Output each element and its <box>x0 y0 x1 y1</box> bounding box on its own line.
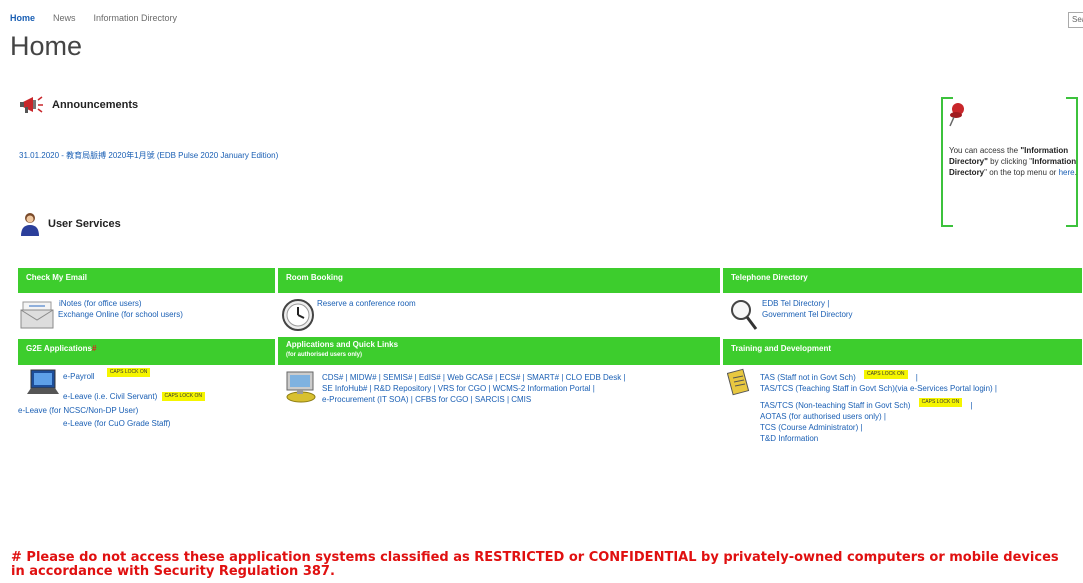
apps-line-2[interactable]: SE InfoHub# | R&D Repository | VRS for C… <box>322 383 717 394</box>
tas-row: TAS (Staff not in Govt Sch) CAPS LOCK ON… <box>760 370 918 382</box>
pushpin-icon <box>948 101 966 127</box>
apps-line-1[interactable]: CDS# | MIDW# | SEMIS# | EdIS# | Web GCAS… <box>322 372 717 383</box>
announcement-link[interactable]: 31.01.2020 - 教育局脈搏 2020年1月號 (EDB Pulse 2… <box>19 150 278 161</box>
top-nav: Home News Information Directory <box>10 13 195 23</box>
training-development-header: Training and Development <box>723 339 1082 365</box>
caps-tag-3: CAPS LOCK ON <box>863 370 908 380</box>
tas-tcs-nonteaching-link[interactable]: TAS/TCS (Non-teaching Staff in Govt Sch) <box>760 401 910 410</box>
caps-tag-4: CAPS LOCK ON <box>918 398 963 408</box>
caps-tag-2: CAPS LOCK ON <box>161 392 206 402</box>
announcements-label: Announcements <box>52 99 139 111</box>
email-links: iNotes (for office users) Exchange Onlin… <box>58 298 183 320</box>
telephone-directory-header: Telephone Directory <box>723 268 1082 293</box>
tas-link[interactable]: TAS (Staff not in Govt Sch) <box>760 373 856 382</box>
inotes-link[interactable]: iNotes (for office users) <box>59 298 183 309</box>
page-title: Home <box>10 31 83 61</box>
g2e-epayroll: e-Payroll CAPS LOCK ON <box>63 368 151 382</box>
g2e-eleave-cuo: e-Leave (for CuO Grade Staff) <box>63 418 170 429</box>
megaphone-icon <box>19 95 45 115</box>
info-directory-box: You can access the "Information Director… <box>941 97 1078 227</box>
nav-information-directory[interactable]: Information Directory <box>94 13 178 23</box>
epayroll-link[interactable]: e-Payroll <box>63 372 95 381</box>
clock-icon <box>281 298 315 334</box>
user-icon <box>19 211 41 237</box>
caps-tag: CAPS LOCK ON <box>106 368 151 378</box>
envelope-icon <box>19 298 57 332</box>
security-warning: # Please do not access these application… <box>11 550 1059 579</box>
magnifier-icon <box>729 298 759 334</box>
g2e-applications-header: G2E Applications# <box>18 339 275 365</box>
aotas-link[interactable]: AOTAS (for authorised users only) | <box>760 411 1080 422</box>
td-information-link[interactable]: T&D Information <box>760 433 1080 444</box>
room-links: Reserve a conference room <box>317 298 416 309</box>
tel-links: EDB Tel Directory | Government Tel Direc… <box>762 298 853 320</box>
eleave-ncsc-link[interactable]: e-Leave (for NCSC/Non-DP User) <box>18 406 138 415</box>
exchange-online-link[interactable]: Exchange Online (for school users) <box>58 309 183 320</box>
nav-home[interactable]: Home <box>10 13 35 23</box>
info-directory-text: You can access the "Information Director… <box>949 146 1077 177</box>
reserve-room-link[interactable]: Reserve a conference room <box>317 298 416 309</box>
tas-tcs-nonteaching-row: TAS/TCS (Non-teaching Staff in Govt Sch)… <box>760 398 973 410</box>
tcs-course-admin-link[interactable]: TCS (Course Administrator) | <box>760 422 1080 433</box>
apps-line-3[interactable]: e-Procurement (IT SOA) | CFBS for CGO | … <box>322 394 717 405</box>
room-booking-header: Room Booking <box>278 268 720 293</box>
certificate-icon <box>726 368 753 398</box>
eleave-cuo-link[interactable]: e-Leave (for CuO Grade Staff) <box>63 419 170 428</box>
edb-tel-directory-link[interactable]: EDB Tel Directory | <box>762 298 853 309</box>
g2e-eleave-ncsc: e-Leave (for NCSC/Non-DP User) <box>18 405 138 416</box>
announcements-heading: Announcements <box>19 95 138 115</box>
training-links: TAS (Staff not in Govt Sch) CAPS LOCK ON… <box>760 370 1080 444</box>
laptop-icon <box>25 368 61 400</box>
user-services-label: User Services <box>48 218 121 230</box>
search-input[interactable]: Sea <box>1068 12 1083 28</box>
tas-tcs-teaching-link[interactable]: TAS/TCS (Teaching Staff in Govt Sch)(via… <box>760 383 1080 394</box>
applications-quick-links-header: Applications and Quick Links (for author… <box>278 337 720 365</box>
computer-icon <box>283 370 319 406</box>
g2e-eleave-cs: e-Leave (i.e. Civil Servant) CAPS LOCK O… <box>63 391 206 402</box>
check-email-header: Check My Email <box>18 268 275 293</box>
user-services-heading: User Services <box>19 211 121 237</box>
nav-news[interactable]: News <box>53 13 76 23</box>
government-tel-directory-link[interactable]: Government Tel Directory <box>762 309 853 320</box>
apps-links: CDS# | MIDW# | SEMIS# | EdIS# | Web GCAS… <box>322 372 717 405</box>
eleave-civil-servant-link[interactable]: e-Leave (i.e. Civil Servant) <box>63 392 157 401</box>
here-link[interactable]: here <box>1059 168 1075 177</box>
